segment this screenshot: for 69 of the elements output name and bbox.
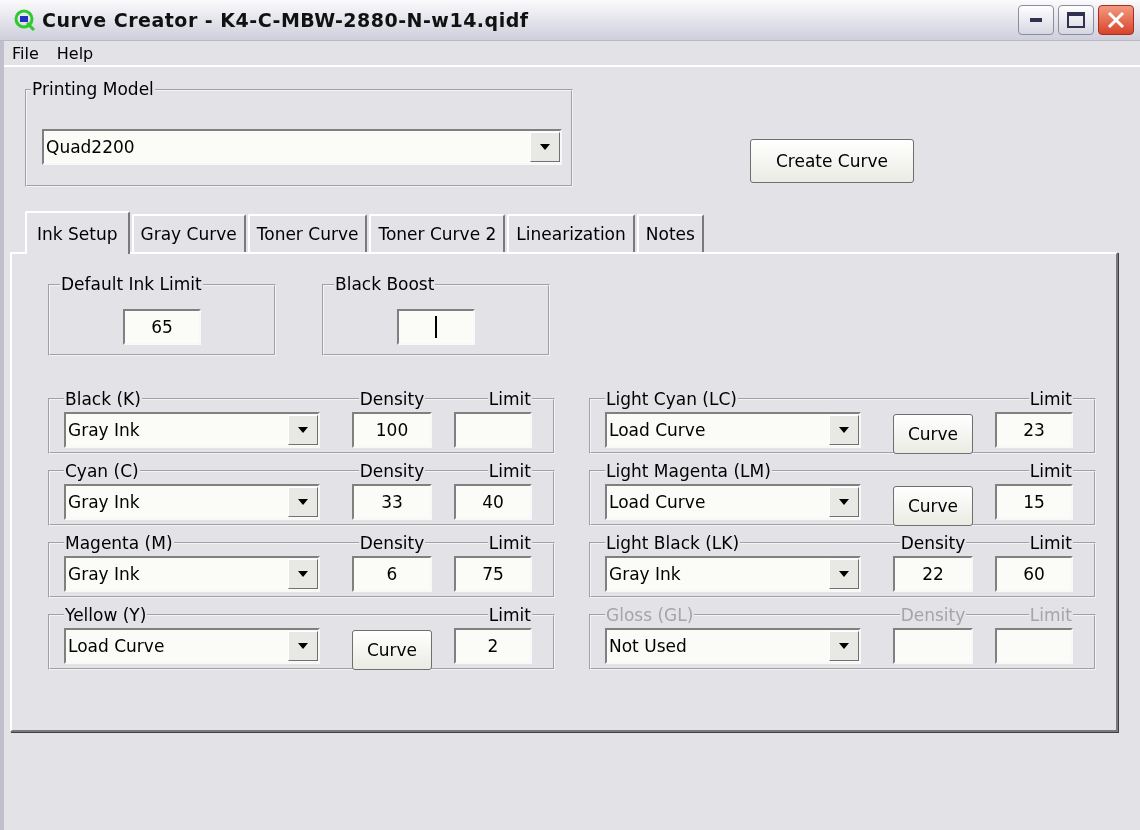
density-label: Density xyxy=(358,532,426,556)
create-curve-button[interactable]: Create Curve xyxy=(750,139,914,183)
caret-icon xyxy=(540,144,550,150)
window-title: Curve Creator - K4-C-MBW-2880-N-w14.qidf xyxy=(42,9,530,31)
limit-field[interactable]: 60 xyxy=(995,556,1073,592)
group-label: Printing Model xyxy=(31,79,155,99)
printing-model-dropdown[interactable]: Quad2200 xyxy=(42,129,562,165)
dropdown-arrow-button[interactable] xyxy=(829,559,859,589)
dropdown-arrow-button[interactable] xyxy=(829,415,859,445)
channel-label: Light Black (LK) xyxy=(605,532,741,556)
density-field[interactable]: 22 xyxy=(893,556,973,592)
channel-label: Light Magenta (LM) xyxy=(605,460,772,484)
channel-label: Cyan (C) xyxy=(64,460,140,484)
curve-button[interactable]: Curve xyxy=(352,630,432,670)
caret-icon xyxy=(298,571,308,577)
curve-button[interactable]: Curve xyxy=(893,414,973,454)
maximize-icon xyxy=(1067,12,1085,28)
density-field[interactable]: 6 xyxy=(352,556,432,592)
maximize-button[interactable] xyxy=(1058,5,1094,35)
limit-field[interactable]: 40 xyxy=(454,484,532,520)
ink-limit-field[interactable]: 65 xyxy=(123,309,201,345)
tab[interactable]: Toner Curve 2 xyxy=(369,214,506,252)
dropdown-arrow-button[interactable] xyxy=(288,631,318,661)
ink-dropdown[interactable]: Gray Ink xyxy=(64,412,320,448)
density-field[interactable]: 100 xyxy=(352,412,432,448)
limit-field[interactable]: 23 xyxy=(995,412,1073,448)
limit-field[interactable] xyxy=(454,412,532,448)
ink-dropdown[interactable]: Load Curve xyxy=(605,484,861,520)
limit-field[interactable]: 75 xyxy=(454,556,532,592)
dropdown-arrow-button[interactable] xyxy=(288,559,318,589)
density-label: Density xyxy=(899,532,967,556)
density-label: Density xyxy=(358,388,426,412)
caret-icon xyxy=(839,571,849,577)
density-field[interactable]: 33 xyxy=(352,484,432,520)
caret-icon xyxy=(298,427,308,433)
menu-item[interactable]: Help xyxy=(54,43,96,63)
dropdown-arrow-button[interactable] xyxy=(288,415,318,445)
minimize-button[interactable] xyxy=(1018,5,1054,35)
limit-field[interactable]: 15 xyxy=(995,484,1073,520)
ink-dropdown[interactable]: Load Curve xyxy=(605,412,861,448)
caret-icon xyxy=(839,643,849,649)
tab[interactable]: Gray Curve xyxy=(131,214,246,252)
close-icon xyxy=(1107,11,1125,29)
app-icon xyxy=(14,9,36,31)
dropdown-arrow-button[interactable] xyxy=(530,132,560,162)
caret-icon xyxy=(839,499,849,505)
channel-label: Light Cyan (LC) xyxy=(605,388,738,412)
curve-button[interactable]: Curve xyxy=(893,486,973,526)
tab[interactable]: Toner Curve xyxy=(247,214,368,252)
dropdown-arrow-button[interactable] xyxy=(829,487,859,517)
minimize-icon xyxy=(1030,18,1042,22)
close-button[interactable] xyxy=(1098,5,1134,35)
ink-dropdown[interactable]: Gray Ink xyxy=(64,556,320,592)
dropdown-arrow-button[interactable] xyxy=(288,487,318,517)
ink-dropdown[interactable]: Load Curve xyxy=(64,628,320,664)
tab[interactable]: Ink Setup xyxy=(25,211,130,254)
channel-label: Magenta (M) xyxy=(64,532,174,556)
caret-icon xyxy=(298,643,308,649)
density-label: Density xyxy=(899,604,967,628)
menu-item[interactable]: File xyxy=(10,43,41,63)
caret-icon xyxy=(298,499,308,505)
ink-dropdown[interactable]: Gray Ink xyxy=(605,556,861,592)
density-label: Density xyxy=(358,460,426,484)
boost-field[interactable] xyxy=(397,309,475,345)
tab[interactable]: Linearization xyxy=(507,214,635,252)
ink-dropdown[interactable]: Gray Ink xyxy=(64,484,320,520)
limit-field[interactable]: 2 xyxy=(454,628,532,664)
tab[interactable]: Notes xyxy=(636,214,704,252)
caret-icon xyxy=(839,427,849,433)
